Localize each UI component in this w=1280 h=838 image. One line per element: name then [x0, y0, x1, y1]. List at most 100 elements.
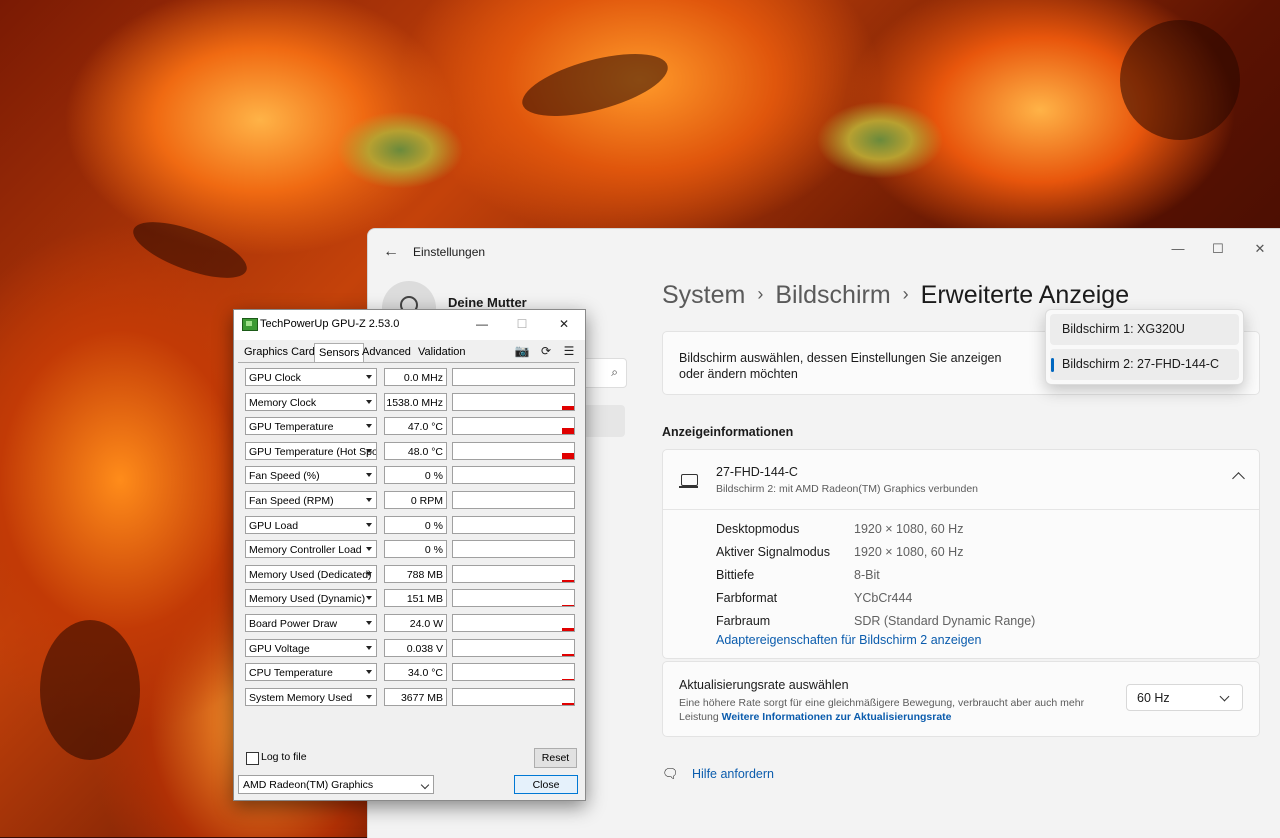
device-select-value: AMD Radeon(TM) Graphics — [243, 779, 374, 791]
wallpaper-texture — [1120, 20, 1240, 140]
refresh-rate-title: Aktualisierungsrate auswählen — [679, 678, 849, 692]
dropdown-arrow-icon — [366, 596, 372, 601]
gpuz-maximize-button[interactable]: ☐ — [507, 314, 537, 334]
display-dropdown-popup: Bildschirm 1: XG320U Bildschirm 2: 27-FH… — [1045, 309, 1244, 385]
sensor-value: 0 % — [384, 466, 447, 485]
dropdown-arrow-icon — [366, 448, 372, 453]
sensor-graph — [452, 368, 575, 386]
tab-advanced[interactable]: Advanced — [362, 346, 411, 358]
sensor-graph — [452, 564, 575, 583]
wallpaper-texture — [516, 41, 674, 129]
sensor-graph-bar — [562, 653, 574, 656]
sensor-graph-bar — [562, 428, 574, 435]
sensor-name-select[interactable]: Fan Speed (%) — [245, 466, 377, 485]
tab-validation[interactable]: Validation — [418, 346, 466, 358]
sensor-graph-bar — [562, 679, 574, 681]
sensor-name-select[interactable]: System Memory Used — [245, 687, 377, 706]
section-title-display-info: Anzeigeinformationen — [662, 425, 794, 439]
sensor-name-select[interactable]: Board Power Draw — [245, 614, 377, 632]
app-title: Einstellungen — [413, 245, 486, 259]
monitor-subtitle: Bildschirm 2: mit AMD Radeon(TM) Graphic… — [716, 483, 979, 495]
dropdown-arrow-icon — [366, 547, 372, 552]
sensor-value: 34.0 °C — [384, 663, 447, 682]
dropdown-arrow-icon — [366, 375, 372, 379]
tab-graphics-card[interactable]: Graphics Card — [244, 346, 315, 358]
sensor-row: System Memory Used 3677 MB — [245, 687, 575, 708]
info-value: 1920 × 1080, 60 Hz — [854, 545, 964, 559]
refresh-rate-value: 60 Hz — [1137, 691, 1170, 705]
sensor-name-select[interactable]: GPU Clock — [245, 368, 377, 386]
close-button[interactable]: Close — [514, 775, 578, 794]
breadcrumb-separator: › — [757, 284, 764, 304]
minimize-button[interactable]: — — [1158, 235, 1198, 263]
info-label: Desktopmodus — [716, 522, 800, 536]
refresh-rate-card: Aktualisierungsrate auswählen Eine höher… — [662, 661, 1260, 737]
sensor-name-select[interactable]: Memory Controller Load — [245, 540, 377, 559]
close-button[interactable]: ✕ — [1240, 235, 1280, 263]
selected-indicator — [1051, 358, 1054, 372]
sensor-name-select[interactable]: GPU Temperature — [245, 417, 377, 436]
sensor-name-select[interactable]: CPU Temperature — [245, 663, 377, 682]
camera-icon[interactable]: 📷 — [514, 343, 530, 359]
sensor-graph — [452, 663, 575, 682]
sensor-value: 48.0 °C — [384, 441, 447, 460]
sensor-graph — [452, 614, 575, 632]
user-name: Deine Mutter — [448, 295, 527, 310]
sensor-value: 1538.0 MHz — [384, 392, 447, 411]
breadcrumb-system[interactable]: System — [662, 281, 745, 309]
sensor-row: GPU Load 0 % — [245, 515, 575, 536]
sensor-graph — [452, 392, 575, 411]
display-select-label: Bildschirm auswählen, dessen Einstellung… — [679, 351, 1002, 381]
wallpaper-texture — [126, 210, 254, 290]
dropdown-arrow-icon — [366, 694, 372, 699]
sensor-graph — [452, 515, 575, 534]
tab-sensors[interactable]: Sensors — [314, 343, 365, 363]
chevron-up-icon[interactable] — [1232, 472, 1245, 485]
sensor-value: 0 % — [384, 540, 447, 559]
sensor-value: 788 MB — [384, 564, 447, 583]
refresh-rate-description: Eine höhere Rate sorgt für eine gleichmä… — [679, 696, 1119, 724]
sensor-name-select[interactable]: Memory Used (Dedicated) — [245, 564, 377, 583]
dropdown-arrow-icon — [366, 424, 372, 429]
maximize-button[interactable]: ☐ — [1198, 235, 1238, 263]
sensor-value: 0.0 MHz — [384, 368, 447, 386]
info-value: 1920 × 1080, 60 Hz — [854, 522, 964, 536]
gpuz-titlebar: TechPowerUp GPU-Z 2.53.0 — ☐ ✕ — [234, 310, 585, 340]
refresh-icon[interactable]: ⟳ — [538, 343, 554, 359]
menu-icon[interactable]: ☰ — [561, 343, 577, 359]
display-option-1[interactable]: Bildschirm 1: XG320U — [1050, 314, 1239, 345]
sensor-row: Memory Clock 1538.0 MHz — [245, 392, 575, 413]
dropdown-arrow-icon — [366, 571, 372, 576]
refresh-rate-select[interactable]: 60 Hz — [1126, 684, 1243, 711]
dropdown-arrow-icon — [366, 399, 372, 404]
log-to-file-checkbox[interactable] — [246, 752, 259, 765]
gpuz-close-button[interactable]: ✕ — [549, 314, 579, 334]
sensor-row: GPU Voltage 0.038 V — [245, 638, 575, 659]
sensor-name-select[interactable]: GPU Voltage — [245, 638, 377, 657]
gpuz-minimize-button[interactable]: — — [467, 314, 497, 334]
info-label: Aktiver Signalmodus — [716, 545, 830, 559]
sensor-graph — [452, 540, 575, 559]
reset-button[interactable]: Reset — [534, 748, 577, 768]
sensor-name-select[interactable]: Fan Speed (RPM) — [245, 491, 377, 509]
sensor-name-select[interactable]: GPU Temperature (Hot Spot) — [245, 441, 377, 460]
display-info-card: 27-FHD-144-C Bildschirm 2: mit AMD Radeo… — [662, 449, 1260, 659]
sensor-name-select[interactable]: Memory Used (Dynamic) — [245, 589, 377, 608]
display-option-2-label: Bildschirm 2: 27-FHD-144-C — [1062, 357, 1219, 371]
sensor-name-select[interactable]: Memory Clock — [245, 392, 377, 411]
sensor-name-select[interactable]: GPU Load — [245, 515, 377, 534]
divider — [238, 362, 579, 363]
info-value: SDR (Standard Dynamic Range) — [854, 614, 1036, 628]
sensor-graph — [452, 417, 575, 436]
dropdown-arrow-icon — [366, 670, 372, 675]
adapter-properties-link[interactable]: Adaptereigenschaften für Bildschirm 2 an… — [716, 633, 981, 647]
wallpaper-texture — [40, 620, 140, 760]
breadcrumb-bildschirm[interactable]: Bildschirm — [775, 281, 890, 309]
display-option-2[interactable]: Bildschirm 2: 27-FHD-144-C — [1050, 349, 1239, 380]
sensor-row: GPU Temperature (Hot Spot) 48.0 °C — [245, 441, 575, 462]
refresh-rate-info-link[interactable]: Weitere Informationen zur Aktualisierung… — [722, 711, 952, 723]
device-select[interactable]: AMD Radeon(TM) Graphics — [238, 775, 434, 794]
sensor-row: Memory Used (Dedicated) 788 MB — [245, 564, 575, 585]
help-link[interactable]: Hilfe anfordern — [692, 767, 774, 781]
back-arrow-icon[interactable]: ← — [380, 241, 402, 263]
